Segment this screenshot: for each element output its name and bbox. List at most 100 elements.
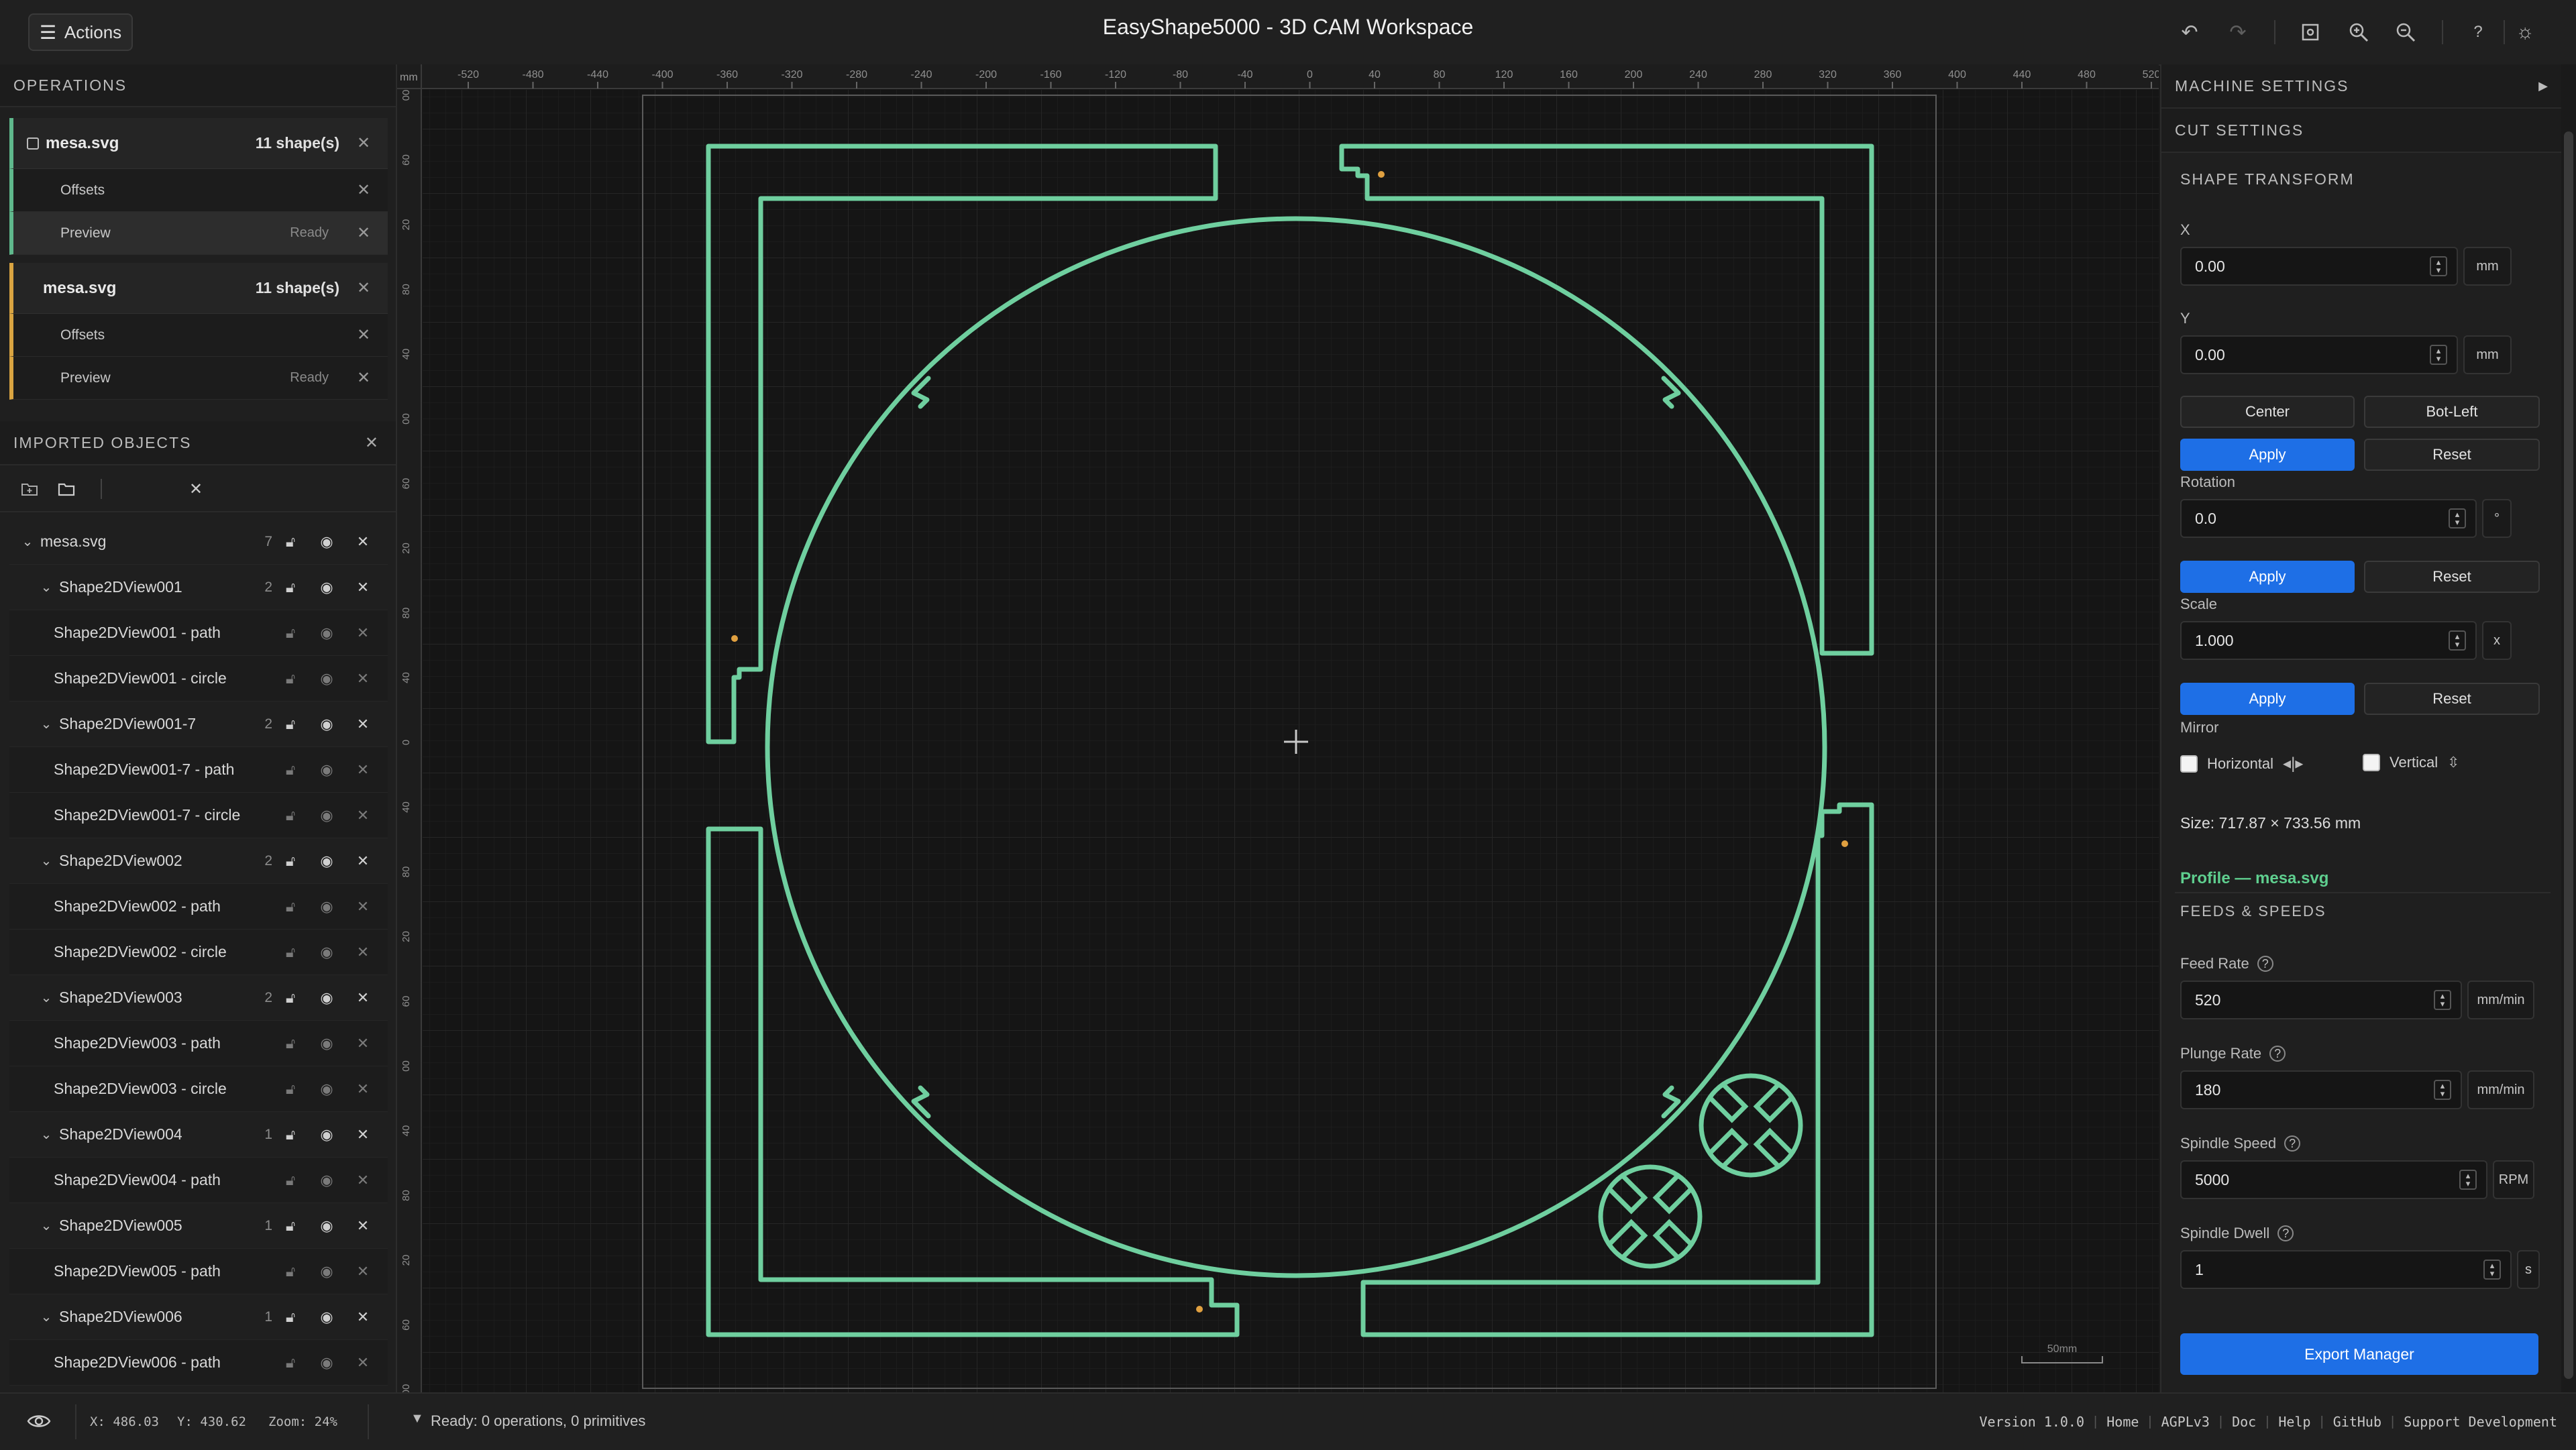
rotation-input[interactable]: 0.0 ▴ ▾ (2180, 499, 2477, 538)
help-icon[interactable]: ? (2257, 956, 2273, 972)
eye-icon[interactable]: ◉ (309, 1217, 345, 1235)
clear-icon[interactable]: ✕ (189, 480, 203, 499)
zoom-out-icon[interactable] (2390, 16, 2422, 48)
lock-icon[interactable]: 🔓︎ (272, 1263, 309, 1280)
eye-icon[interactable]: ◉ (309, 807, 345, 824)
plunge-rate-input[interactable]: 180 ▴ ▾ (2180, 1070, 2462, 1109)
canvas-viewport[interactable]: -520 -480 -440 -400 -360 -320 -280 -240 -200 -160… (397, 64, 2159, 1392)
close-icon[interactable]: ✕ (345, 1263, 381, 1280)
close-icon[interactable]: ✕ (345, 1172, 381, 1189)
tree-group-row[interactable]: ⌄ Shape2DView005 1 🔓︎ ◉ ✕ (9, 1203, 388, 1249)
chevron-down-icon[interactable]: ⌄ (39, 579, 54, 596)
mirror-horizontal-option[interactable]: Horizontal ◂|▸ (2180, 754, 2303, 773)
spinner-icon[interactable]: ▴ ▾ (2483, 1260, 2501, 1280)
operation-sub-item[interactable]: Preview Ready ✕ (9, 212, 388, 255)
center-button[interactable]: Center (2180, 396, 2355, 428)
home-link[interactable]: Home (2106, 1414, 2139, 1430)
eye-icon[interactable]: ◉ (309, 944, 345, 961)
support-link[interactable]: Support Development (2404, 1414, 2557, 1430)
eye-icon[interactable]: ◉ (309, 579, 345, 596)
spinner-icon[interactable]: ▴ ▾ (2434, 990, 2451, 1010)
y-input[interactable]: 0.00 ▴ ▾ (2180, 335, 2458, 374)
rotation-apply-button[interactable]: Apply (2180, 561, 2355, 593)
actions-button[interactable]: ☰ Actions (28, 13, 133, 51)
bot-left-button[interactable]: Bot-Left (2364, 396, 2540, 428)
tree-item-row[interactable]: Shape2DView002 - circle 🔓︎ ◉ ✕ (9, 930, 388, 975)
zoom-in-icon[interactable] (2343, 16, 2375, 48)
lock-icon[interactable]: 🔓︎ (272, 989, 309, 1007)
license-link[interactable]: AGPLv3 (2161, 1414, 2210, 1430)
visibility-eye-icon[interactable] (27, 1412, 51, 1434)
operation-item[interactable]: mesa.svg 11 shape(s) ✕ (9, 263, 388, 314)
close-icon[interactable]: ✕ (345, 1308, 381, 1326)
open-folder-icon[interactable] (54, 482, 80, 496)
eye-icon[interactable]: ◉ (309, 1263, 345, 1280)
workspace-canvas[interactable]: -520 -480 -440 -400 -360 -320 -280 -240 -200 -160… (397, 64, 2159, 1392)
tree-item-row[interactable]: Shape2DView001-7 - path 🔓︎ ◉ ✕ (9, 747, 388, 793)
position-apply-button[interactable]: Apply (2180, 439, 2355, 471)
tree-item-row[interactable]: Shape2DView001 - circle 🔓︎ ◉ ✕ (9, 656, 388, 702)
eye-icon[interactable]: ◉ (309, 670, 345, 687)
tree-group-row[interactable]: ⌄ Shape2DView001 2 🔓︎ ◉ ✕ (9, 565, 388, 610)
lock-icon[interactable]: 🔓︎ (272, 670, 309, 687)
scale-input[interactable]: 1.000 ▴ ▾ (2180, 621, 2477, 660)
machine-settings-header[interactable]: MACHINE SETTINGS ▶ (2161, 64, 2564, 109)
close-icon[interactable]: ✕ (345, 1126, 381, 1144)
chevron-down-icon[interactable]: ⌄ (39, 1126, 54, 1143)
x-input[interactable]: 0.00 ▴ ▾ (2180, 247, 2458, 286)
help-icon[interactable]: ? (2269, 1046, 2286, 1062)
fit-view-icon[interactable] (2294, 16, 2326, 48)
feed-rate-input[interactable]: 520 ▴ ▾ (2180, 981, 2462, 1019)
lock-icon[interactable]: 🔓︎ (272, 944, 309, 961)
eye-icon[interactable]: ◉ (309, 852, 345, 870)
close-icon[interactable]: ✕ (345, 898, 381, 915)
eye-icon[interactable]: ◉ (309, 624, 345, 642)
chevron-down-icon[interactable]: ⌄ (39, 716, 54, 732)
tree-group-row[interactable]: ⌄ Shape2DView006 1 🔓︎ ◉ ✕ (9, 1294, 388, 1340)
lock-icon[interactable]: 🔓︎ (272, 1354, 309, 1372)
lock-icon[interactable]: 🔓︎ (272, 1172, 309, 1189)
lock-icon[interactable]: 🔓︎ (272, 1126, 309, 1144)
tree-item-row[interactable]: Shape2DView004 - path 🔓︎ ◉ ✕ (9, 1158, 388, 1203)
operation-checkbox[interactable] (27, 137, 39, 150)
close-icon[interactable]: ✕ (345, 1080, 381, 1098)
lock-icon[interactable]: 🔓︎ (272, 1080, 309, 1098)
tree-item-row[interactable]: Shape2DView003 - path 🔓︎ ◉ ✕ (9, 1021, 388, 1066)
operation-item[interactable]: mesa.svg 11 shape(s) ✕ (9, 118, 388, 169)
close-icon[interactable]: ✕ (345, 1035, 381, 1052)
spindle-speed-input[interactable]: 5000 ▴ ▾ (2180, 1160, 2487, 1199)
lock-icon[interactable]: 🔓︎ (272, 716, 309, 733)
close-icon[interactable]: ✕ (353, 180, 374, 200)
lock-icon[interactable]: 🔓︎ (272, 533, 309, 551)
tree-item-row[interactable]: Shape2DView001-7 - circle 🔓︎ ◉ ✕ (9, 793, 388, 838)
eye-icon[interactable]: ◉ (309, 898, 345, 915)
chevron-down-icon[interactable]: ⌄ (39, 989, 54, 1006)
close-icon[interactable]: ✕ (345, 670, 381, 687)
eye-icon[interactable]: ◉ (309, 1308, 345, 1326)
close-icon[interactable]: ✕ (353, 278, 374, 298)
scale-apply-button[interactable]: Apply (2180, 683, 2355, 715)
lock-icon[interactable]: 🔓︎ (272, 1035, 309, 1052)
close-icon[interactable]: ✕ (345, 716, 381, 733)
chevron-down-icon[interactable]: ⌄ (39, 1217, 54, 1234)
spinner-icon[interactable]: ▴ ▾ (2449, 508, 2466, 528)
close-icon[interactable]: ✕ (345, 624, 381, 642)
position-reset-button[interactable]: Reset (2364, 439, 2540, 471)
eye-icon[interactable]: ◉ (309, 761, 345, 779)
tree-group-row[interactable]: ⌄ Shape2DView002 2 🔓︎ ◉ ✕ (9, 838, 388, 884)
lock-icon[interactable]: 🔓︎ (272, 579, 309, 596)
doc-link[interactable]: Doc (2232, 1414, 2256, 1430)
mirror-vertical-option[interactable]: Vertical ⇳ (2363, 754, 2460, 771)
lock-icon[interactable]: 🔓︎ (272, 898, 309, 915)
tree-item-row[interactable]: Shape2DView001 - path 🔓︎ ◉ ✕ (9, 610, 388, 656)
export-manager-button[interactable]: Export Manager (2180, 1333, 2538, 1375)
tree-item-row[interactable]: Shape2DView005 - path 🔓︎ ◉ ✕ (9, 1249, 388, 1294)
eye-icon[interactable]: ◉ (309, 1035, 345, 1052)
eye-icon[interactable]: ◉ (309, 1080, 345, 1098)
redo-icon[interactable]: ↷ (2222, 16, 2254, 48)
close-icon[interactable]: ✕ (353, 133, 374, 153)
mirror-vertical-checkbox[interactable] (2363, 754, 2380, 771)
caret-down-icon[interactable]: ▼ (411, 1411, 424, 1427)
close-icon[interactable]: ✕ (345, 579, 381, 596)
tree-group-row[interactable]: ⌄ Shape2DView004 1 🔓︎ ◉ ✕ (9, 1112, 388, 1158)
